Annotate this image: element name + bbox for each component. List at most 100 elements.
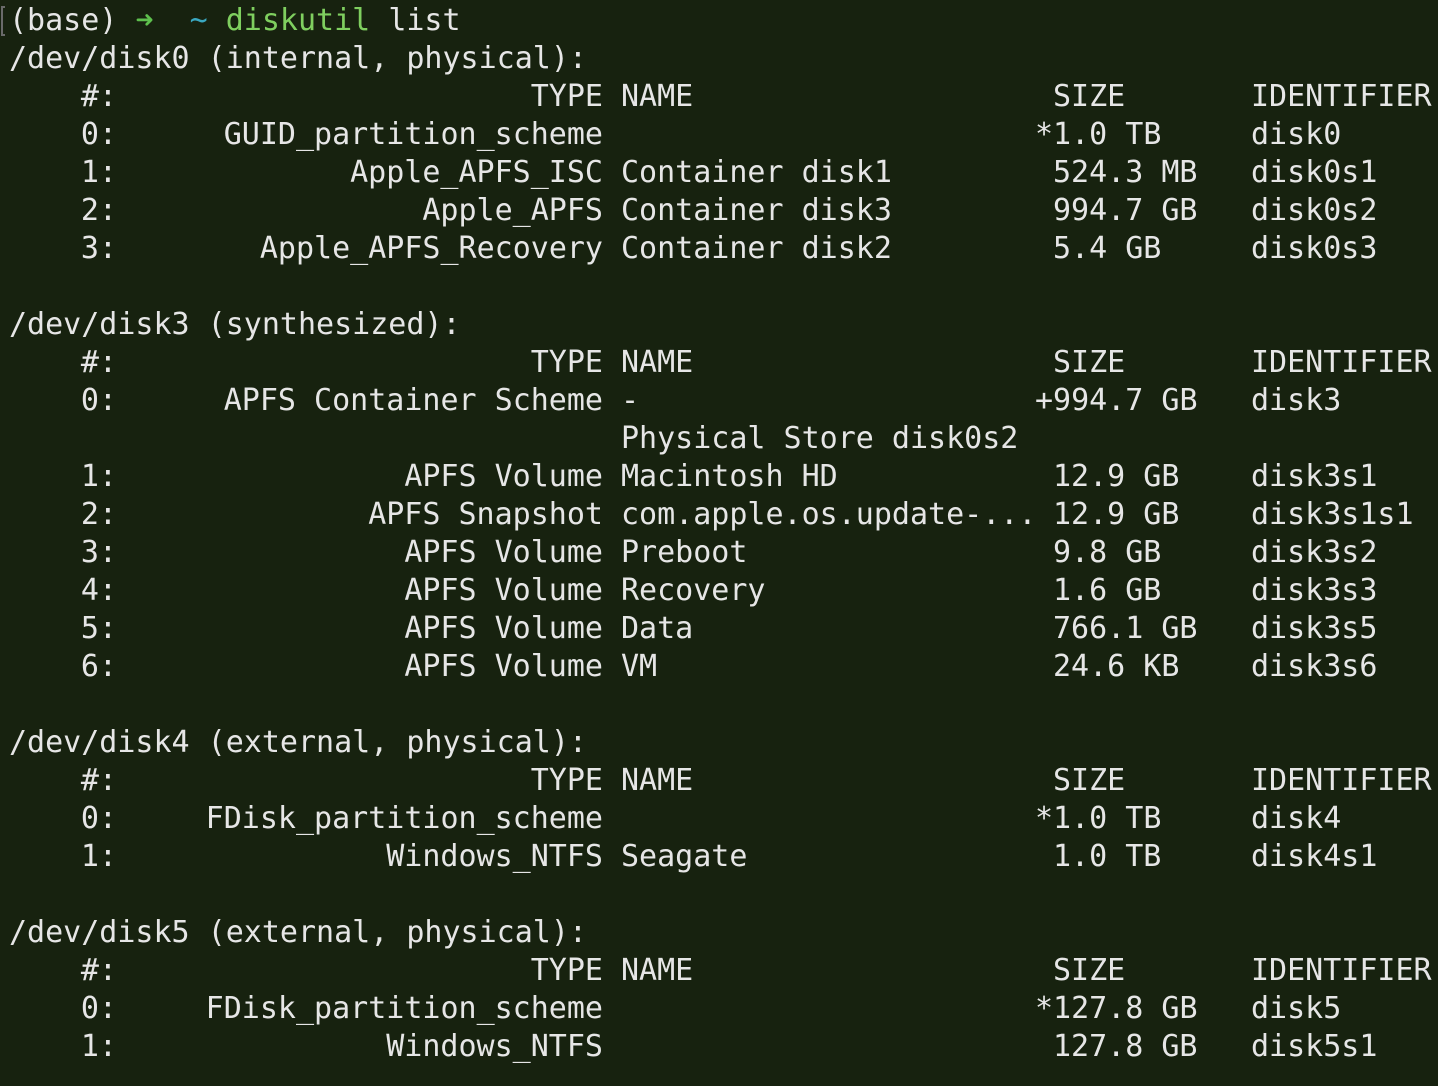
row-size: 12.9 GB [1053, 497, 1180, 532]
row-number: 1: [80, 459, 117, 494]
table-row: 4: APFS Volume Recovery 1.6 GB disk3s3 [9, 572, 1438, 610]
prompt-arrow-icon: ➜ [135, 3, 154, 38]
column-header-size: SIZE [1053, 953, 1126, 988]
column-header-size: SIZE [1053, 345, 1126, 380]
row-name: Container disk3 [621, 193, 892, 228]
table-row: 1: Windows_NTFS 127.8 GB disk5s1 [9, 1028, 1438, 1066]
row-identifier: disk3s1 [1251, 459, 1378, 494]
row-type: GUID_partition_scheme [223, 117, 603, 152]
row-number: 4: [80, 573, 117, 608]
column-header-identifier: IDENTIFIER [1251, 763, 1432, 798]
row-size: 9.8 GB [1053, 535, 1162, 570]
row-type: APFS Volume [404, 573, 603, 608]
row-number: 3: [80, 231, 117, 266]
row-identifier: disk3s5 [1251, 611, 1378, 646]
row-size: 1.6 GB [1053, 573, 1162, 608]
row-type: Windows_NTFS [386, 1029, 603, 1064]
row-number: 1: [80, 1029, 117, 1064]
row-size: 24.6 KB [1053, 649, 1180, 684]
table-row: 1: Windows_NTFS Seagate 1.0 TB disk4s1 [9, 838, 1438, 876]
column-header-name: NAME [621, 79, 694, 114]
terminal-window[interactable]: (base) ➜ ~ diskutil list /dev/disk0 (int… [0, 2, 1438, 1086]
row-size: 5.4 GB [1053, 231, 1162, 266]
row-type: APFS Volume [404, 649, 603, 684]
row-name: Macintosh HD [621, 459, 838, 494]
row-identifier: disk3s3 [1251, 573, 1378, 608]
row-name: com.apple.os.update-... [621, 497, 1037, 532]
table-row: 5: APFS Volume Data 766.1 GB disk3s5 [9, 610, 1438, 648]
row-type: APFS Volume [404, 535, 603, 570]
row-type: APFS Volume [404, 459, 603, 494]
row-type: Apple_APFS [422, 193, 603, 228]
row-name: Container disk2 [621, 231, 892, 266]
row-type: APFS Volume [404, 611, 603, 646]
column-header-type: TYPE [530, 345, 603, 380]
row-number: 3: [80, 535, 117, 570]
marker-bracket-icon [1, 6, 5, 36]
table-row: 3: APFS Volume Preboot 9.8 GB disk3s2 [9, 534, 1438, 572]
row-type: Apple_APFS_ISC [350, 155, 603, 190]
column-header-identifier: IDENTIFIER [1251, 953, 1432, 988]
table-row: 1: Apple_APFS_ISC Container disk1 524.3 MB d… [9, 154, 1438, 192]
row-identifier: disk3s6 [1251, 649, 1378, 684]
command-args: list [388, 3, 461, 38]
row-size: +994.7 GB [1035, 383, 1198, 418]
row-name: Seagate [621, 839, 748, 874]
row-size: 766.1 GB [1053, 611, 1198, 646]
row-size: *1.0 TB [1035, 117, 1162, 152]
disk-title: /dev/disk3 (synthesized): [9, 307, 461, 342]
row-name: VM [621, 649, 658, 684]
table-header: #: TYPE NAME SIZE IDENTIFIER [9, 78, 1438, 116]
row-number: 2: [80, 497, 117, 532]
table-header: #: TYPE NAME SIZE IDENTIFIER [9, 952, 1438, 990]
row-name: Physical Store disk0s2 [621, 421, 1019, 456]
disk-title: /dev/disk5 (external, physical): [9, 915, 587, 950]
row-identifier: disk3s2 [1251, 535, 1378, 570]
row-number: 2: [80, 193, 117, 228]
table-row: 1: APFS Volume Macintosh HD 12.9 GB disk3s1 [9, 458, 1438, 496]
row-name: Recovery [621, 573, 766, 608]
row-identifier: disk3 [1251, 383, 1342, 418]
row-number: 1: [80, 839, 117, 874]
row-identifier: disk0s1 [1251, 155, 1378, 190]
row-size: 12.9 GB [1053, 459, 1180, 494]
row-identifier: disk5 [1251, 991, 1342, 1026]
row-type: FDisk_partition_scheme [205, 801, 603, 836]
table-row: 0: FDisk_partition_scheme *127.8 GB disk5 [9, 990, 1438, 1028]
column-header-type: TYPE [530, 763, 603, 798]
column-header-name: NAME [621, 953, 694, 988]
row-identifier: disk0s2 [1251, 193, 1378, 228]
column-header-type: TYPE [530, 79, 603, 114]
prompt-line: (base) ➜ ~ diskutil list [1, 2, 1438, 40]
row-size: 994.7 GB [1053, 193, 1198, 228]
column-header-num: #: [80, 345, 117, 380]
row-identifier: disk3s1s1 [1251, 497, 1414, 532]
table-row: 2: APFS Snapshot com.apple.os.update-... 12… [9, 496, 1438, 534]
table-row: 0: APFS Container Scheme - +994.7 GB disk3 [9, 382, 1438, 420]
row-identifier: disk4s1 [1251, 839, 1378, 874]
table-row: 0: GUID_partition_scheme *1.0 TB disk0 [9, 116, 1438, 154]
row-type: FDisk_partition_scheme [205, 991, 603, 1026]
row-name: Data [621, 611, 694, 646]
table-row: 3: Apple_APFS_Recovery Container disk2 5.4 … [9, 230, 1438, 268]
row-number: 1: [80, 155, 117, 190]
row-type: Apple_APFS_Recovery [259, 231, 603, 266]
prompt-directory: ~ [189, 3, 208, 38]
table-row: 0: FDisk_partition_scheme *1.0 TB disk4 [9, 800, 1438, 838]
table-row: 6: APFS Volume VM 24.6 KB disk3s6 [9, 648, 1438, 686]
row-name: Container disk1 [621, 155, 892, 190]
row-number: 0: [80, 117, 117, 152]
table-header: #: TYPE NAME SIZE IDENTIFIER [9, 344, 1438, 382]
row-identifier: disk0s3 [1251, 231, 1378, 266]
column-header-num: #: [80, 763, 117, 798]
disk-title: /dev/disk0 (internal, physical): [9, 41, 587, 76]
table-header: #: TYPE NAME SIZE IDENTIFIER [9, 762, 1438, 800]
row-name: Preboot [621, 535, 748, 570]
column-header-size: SIZE [1053, 79, 1126, 114]
row-type: Windows_NTFS [386, 839, 603, 874]
column-header-name: NAME [621, 345, 694, 380]
row-type: APFS Snapshot [368, 497, 603, 532]
row-number: 6: [80, 649, 117, 684]
